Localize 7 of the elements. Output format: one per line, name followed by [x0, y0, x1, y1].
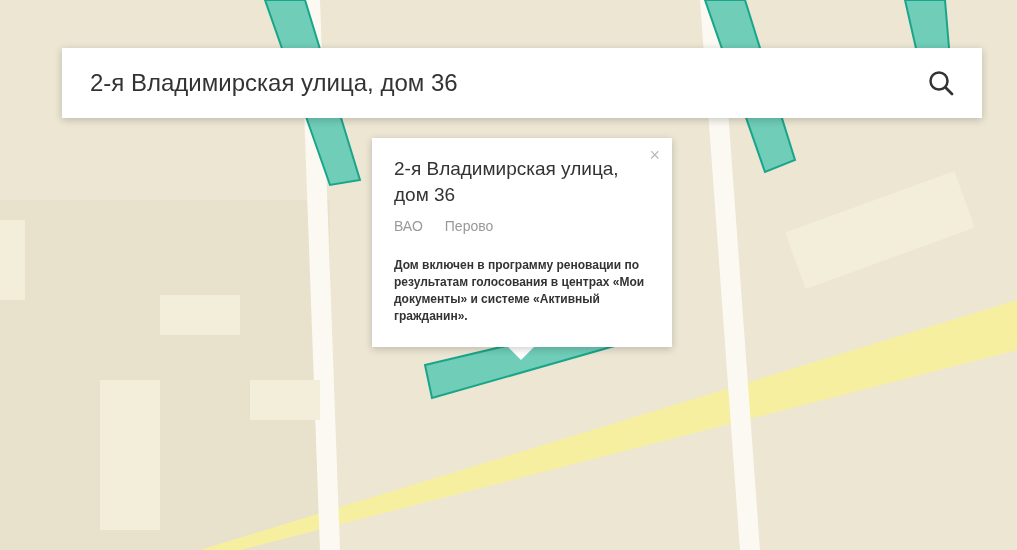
- search-field[interactable]: 2-я Владимирская улица, дом 36: [62, 48, 982, 118]
- popup-text: Дом включен в программу реновации по результатам голосования в центрах «Мои документы» и системе «Активный гражданин».: [394, 257, 646, 325]
- district-label: ВАО: [394, 217, 423, 236]
- search-icon[interactable]: [928, 70, 954, 96]
- search-input[interactable]: 2-я Владимирская улица, дом 36: [90, 65, 928, 101]
- district-label: Перово: [444, 217, 494, 236]
- popup-title: 2-я Владимирская улица, дом 36: [394, 157, 620, 207]
